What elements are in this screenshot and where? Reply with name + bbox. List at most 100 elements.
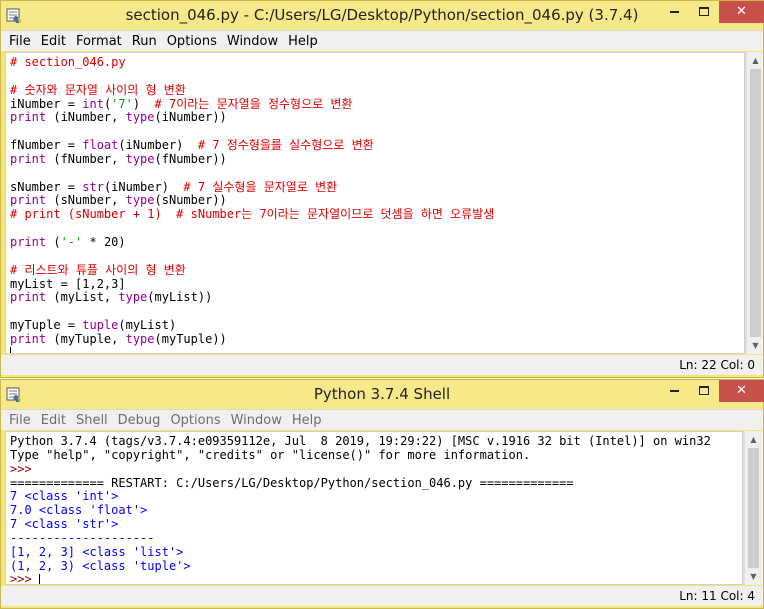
cursor-position: Ln: 11 Col: 4 [679, 589, 755, 603]
menu-help[interactable]: Help [283, 34, 323, 49]
scroll-thumb[interactable] [750, 69, 761, 337]
code-token: print [10, 151, 47, 166]
editor-window-title: section_046.py - C:/Users/LG/Desktop/Pyt… [125, 6, 639, 24]
code-line[interactable]: # section_046.py [10, 55, 744, 70]
shell-line[interactable]: -------------------- [10, 530, 742, 546]
shell-line[interactable]: 7 <class 'int'> [10, 489, 742, 504]
code-token: myTuple = [10, 318, 83, 333]
shell-line[interactable]: [1, 2, 3] <class 'list'> [10, 544, 742, 560]
code-line[interactable]: # print (sNumber + 1) # sNumber는 7이라는 문자… [10, 207, 744, 222]
code-line[interactable]: myTuple = tuple(myList) [10, 318, 744, 333]
shell-titlebar[interactable]: Python 3.7.4 Shell ✕ [1, 380, 764, 409]
shell-line[interactable]: (1, 2, 3) <class 'tuple'> [10, 559, 742, 574]
code-token: 7 <class 'int'> [10, 489, 119, 504]
editor-titlebar[interactable]: section_046.py - C:/Users/LG/Desktop/Pyt… [1, 1, 764, 30]
code-token: fNumber = [10, 138, 83, 153]
code-token: myList = [1,2,3] [10, 276, 126, 291]
code-token: type [125, 193, 155, 208]
code-token: Python 3.7.4 (tags/v3.7.4:e09359112e, Ju… [10, 434, 711, 448]
code-line[interactable]: print (myTuple, type(myTuple)) [10, 332, 744, 347]
code-token: # 7 실수형을 문자열로 변환 [183, 179, 338, 194]
code-token: (sNumber, [46, 193, 126, 208]
shell-line[interactable]: >>> [10, 462, 742, 477]
shell-line[interactable]: >>> [10, 572, 742, 585]
code-token: # print (sNumber + 1) # sNumber는 7이라는 문자… [10, 207, 495, 222]
code-line[interactable] [10, 167, 744, 181]
shell-window-title: Python 3.7.4 Shell [313, 385, 451, 403]
scroll-down-icon[interactable]: ▼ [745, 568, 762, 585]
text-caret [38, 573, 40, 584]
scroll-down-icon[interactable]: ▼ [747, 337, 764, 354]
code-line[interactable]: myList = [1,2,3] [10, 276, 744, 292]
code-line[interactable]: print (fNumber, type(fNumber)) [10, 151, 744, 167]
menu-debug[interactable]: Debug [113, 413, 166, 428]
cursor-position: Ln: 22 Col: 0 [679, 358, 755, 372]
shell-scrollbar[interactable]: ▲ ▼ [744, 431, 763, 585]
code-line[interactable]: print ('-' * 20) [10, 234, 744, 250]
code-token: (iNumber) [118, 138, 198, 153]
scroll-up-icon[interactable]: ▲ [745, 431, 762, 448]
menu-window[interactable]: Window [226, 413, 287, 428]
code-line[interactable]: # 숫자와 문자열 사이의 형 변환 [10, 82, 744, 98]
code-token: (sNumber)) [154, 193, 227, 208]
scroll-thumb[interactable] [748, 448, 759, 568]
code-token: (iNumber)) [154, 110, 227, 125]
menu-window[interactable]: Window [222, 34, 283, 49]
maximize-icon[interactable] [689, 1, 719, 23]
code-editor[interactable]: # section_046.py # 숫자와 문자열 사이의 형 변환 iNumbe… [5, 52, 745, 354]
code-token: # 숫자와 문자열 사이의 형 변환 [10, 82, 186, 97]
editor-scrollbar[interactable]: ▲ ▼ [746, 52, 763, 354]
menu-file[interactable]: File [4, 413, 36, 428]
code-line[interactable]: iNumber = int('7') # 7이라는 문자열을 정수형으로 변환 [10, 96, 744, 112]
menu-help[interactable]: Help [287, 413, 327, 428]
code-token: print [10, 290, 47, 305]
code-line[interactable] [10, 222, 744, 236]
close-icon[interactable]: ✕ [719, 380, 764, 402]
shell-line[interactable]: Python 3.7.4 (tags/v3.7.4:e09359112e, Ju… [10, 434, 742, 449]
shell-line[interactable]: ============= RESTART: C:/Users/LG/Deskt… [10, 476, 742, 491]
menu-options[interactable]: Options [162, 34, 222, 49]
menu-edit[interactable]: Edit [36, 34, 71, 49]
code-token: (iNumber) [103, 179, 184, 194]
menu-file[interactable]: File [4, 34, 36, 49]
code-line[interactable]: sNumber = str(iNumber) # 7 실수형을 문자열로 변환 [10, 179, 744, 195]
code-text[interactable]: # section_046.py # 숫자와 문자열 사이의 형 변환 iNumbe… [6, 53, 744, 353]
shell-line[interactable]: 7 <class 'str'> [10, 517, 742, 532]
maximize-icon[interactable] [689, 380, 719, 402]
code-token: print [10, 234, 47, 249]
code-token: sNumber = [10, 179, 83, 194]
shell-line[interactable]: 7.0 <class 'float'> [10, 503, 742, 518]
code-token: -------------------- [10, 530, 155, 545]
code-line[interactable]: print (myList, type(myList)) [10, 290, 744, 305]
menu-format[interactable]: Format [71, 34, 127, 49]
shell-line[interactable]: Type "help", "copyright", "credits" or "… [10, 448, 742, 463]
shell-text[interactable]: Python 3.7.4 (tags/v3.7.4:e09359112e, Ju… [6, 432, 742, 585]
editor-window: section_046.py - C:/Users/LG/Desktop/Pyt… [0, 0, 764, 378]
code-line[interactable] [10, 305, 744, 319]
code-token: (myList) [118, 318, 177, 333]
editor-menubar: File Edit Format Run Options Window Help [1, 30, 763, 51]
close-icon[interactable]: ✕ [719, 1, 764, 23]
code-line[interactable]: print (sNumber, type(sNumber)) [10, 194, 744, 208]
code-line[interactable]: print (iNumber, type(iNumber)) [10, 110, 744, 125]
code-token: tuple [82, 318, 119, 333]
code-line[interactable] [10, 250, 744, 264]
code-token: ) [132, 96, 155, 111]
shell-output[interactable]: Python 3.7.4 (tags/v3.7.4:e09359112e, Ju… [5, 431, 743, 585]
code-token: >>> [10, 572, 39, 585]
code-line[interactable]: fNumber = float(iNumber) # 7 정수형을를 실수형으로… [10, 138, 744, 153]
menu-shell[interactable]: Shell [71, 413, 113, 428]
code-line[interactable] [10, 125, 744, 139]
code-token: (fNumber)) [154, 151, 227, 166]
code-line[interactable] [10, 70, 744, 84]
code-token: print [10, 110, 47, 125]
minimize-icon[interactable] [659, 1, 689, 23]
code-token: [1, 2, 3] <class 'list'> [10, 544, 184, 559]
code-line[interactable] [10, 347, 744, 353]
menu-options[interactable]: Options [165, 413, 225, 428]
menu-run[interactable]: Run [127, 34, 162, 49]
minimize-icon[interactable] [659, 380, 689, 402]
scroll-up-icon[interactable]: ▲ [747, 52, 764, 69]
menu-edit[interactable]: Edit [36, 413, 71, 428]
code-line[interactable]: # 리스트와 튜플 사이의 형 변환 [10, 263, 744, 278]
